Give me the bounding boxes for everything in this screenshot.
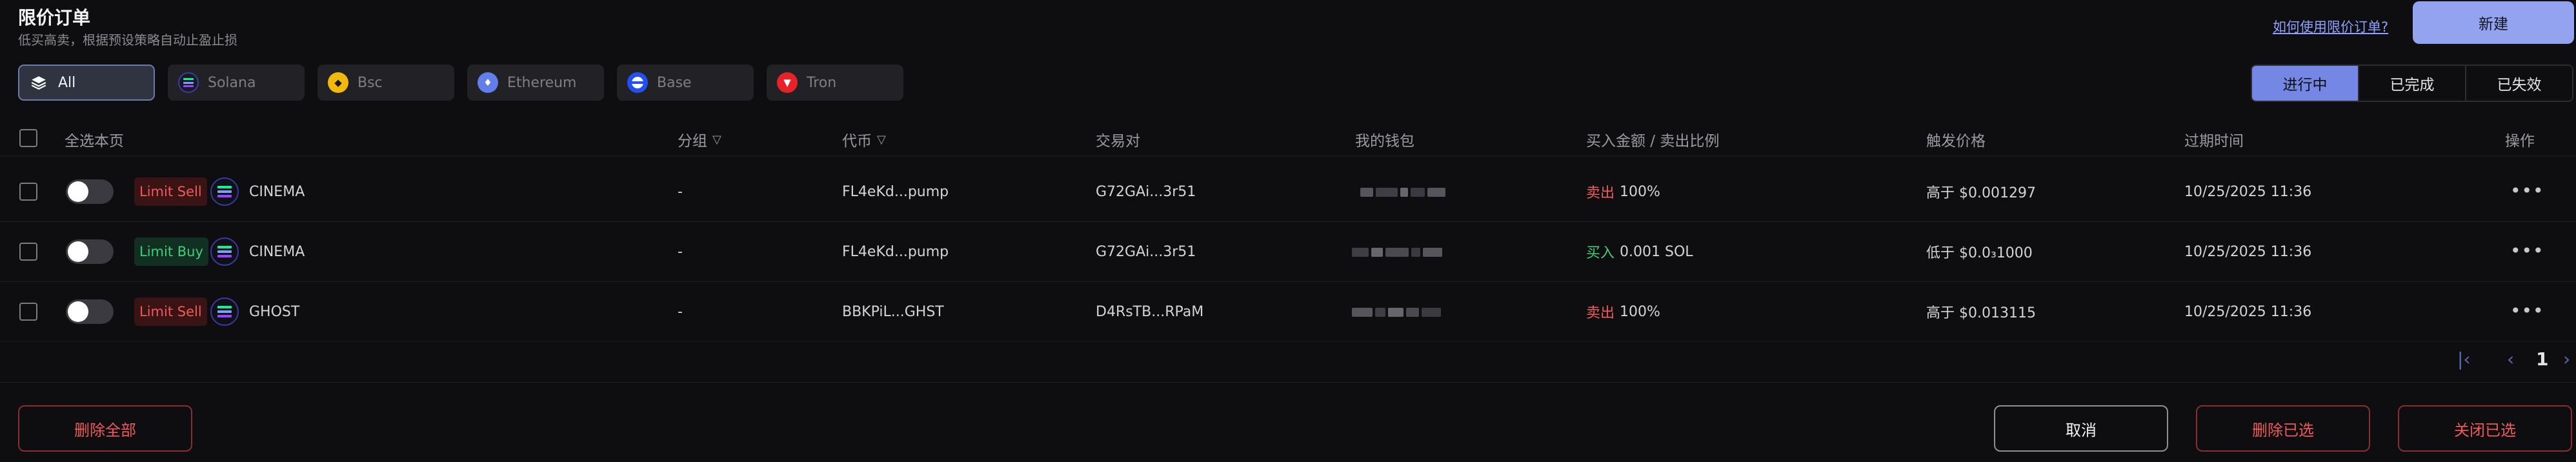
side-label: 买入 <box>1586 245 1615 261</box>
tron-icon: ▼ <box>777 72 798 93</box>
close-selected-button[interactable]: 关闭已选 <box>2398 405 2572 452</box>
row-checkbox[interactable] <box>19 303 37 321</box>
chain-label: Bsc <box>357 74 383 91</box>
side-label: 卖出 <box>1586 185 1615 201</box>
row-toggle[interactable] <box>66 299 114 324</box>
row-toggle[interactable] <box>66 179 114 204</box>
status-tabs: 进行中 已完成 已失效 <box>2251 65 2573 102</box>
select-all-checkbox[interactable] <box>19 129 37 147</box>
amount-value: 0.001 SOL <box>1620 243 1693 260</box>
column-expiry: 过期时间 <box>2184 133 2244 150</box>
token-name: GHOST <box>249 303 300 320</box>
table-row: Limit Buy CINEMA - FL4eKd...pump G72GAi.… <box>0 222 2576 282</box>
pair-address[interactable]: G72GAi...3r51 <box>1096 180 1196 203</box>
column-wallet: 我的钱包 <box>1355 133 1414 150</box>
layers-icon <box>28 72 49 93</box>
page-subtitle: 低买高卖，根据预设策略自动止盈止损 <box>18 32 237 48</box>
token-name: CINEMA <box>249 183 305 200</box>
tab-active[interactable]: 进行中 <box>2252 66 2359 101</box>
order-type-badge: Limit Sell <box>134 177 207 206</box>
group-value: - <box>678 303 683 320</box>
side-label: 卖出 <box>1586 305 1615 321</box>
trigger-price: 低于 $0.0₃1000 <box>1926 245 2033 261</box>
trigger-price: 高于 $0.013115 <box>1926 305 2036 321</box>
first-page-icon[interactable]: |‹ <box>2457 348 2471 370</box>
chain-filter-base[interactable]: Base <box>617 65 754 101</box>
more-actions-icon[interactable]: ••• <box>2510 297 2544 323</box>
amount-cell: 买入 0.001 SOL <box>1586 240 1693 263</box>
table-header: 全选本页 分组 ▽ 代币 ▽ 交易对 我的钱包 买入金额 / 卖出比例 触发价格… <box>0 123 2576 156</box>
chain-label: Base <box>657 74 692 91</box>
column-token-label: 代币 <box>842 133 872 150</box>
chain-filter: All Solana ◆ Bsc ♦ Ethereum Base ▼ Tron <box>18 65 903 101</box>
footer-divider <box>0 382 2576 383</box>
column-token[interactable]: 代币 ▽ <box>842 128 886 151</box>
token-address[interactable]: FL4eKd...pump <box>842 180 949 203</box>
ethereum-icon: ♦ <box>478 72 498 93</box>
chain-filter-solana[interactable]: Solana <box>168 65 305 101</box>
expiry-time: 10/25/2025 11:36 <box>2184 303 2312 320</box>
more-actions-icon[interactable]: ••• <box>2510 237 2544 263</box>
delete-selected-button[interactable]: 删除已选 <box>2196 405 2370 452</box>
chain-filter-ethereum[interactable]: ♦ Ethereum <box>467 65 604 101</box>
group-value: - <box>678 243 683 260</box>
wallet-redacted <box>1360 184 1457 201</box>
column-group[interactable]: 分组 ▽ <box>678 128 721 151</box>
table-row: Limit Sell GHOST - BBKPiL...GHST D4RsTB.… <box>0 282 2576 342</box>
order-type-badge: Limit Sell <box>134 297 207 326</box>
prev-page-icon[interactable]: ‹ <box>2507 348 2514 370</box>
token-address[interactable]: BBKPiL...GHST <box>842 300 944 323</box>
row-toggle[interactable] <box>66 239 114 264</box>
next-page-icon[interactable]: › <box>2563 348 2570 370</box>
expiry-time: 10/25/2025 11:36 <box>2184 183 2312 200</box>
tab-expired[interactable]: 已失效 <box>2466 66 2572 101</box>
filter-icon: ▽ <box>712 132 721 146</box>
amount-cell: 卖出 100% <box>1586 180 1660 203</box>
expiry-time: 10/25/2025 11:36 <box>2184 243 2312 260</box>
wallet-redacted <box>1352 304 1449 321</box>
chain-label: Ethereum <box>507 74 577 91</box>
delete-all-button[interactable]: 删除全部 <box>18 405 192 452</box>
chain-filter-bsc[interactable]: ◆ Bsc <box>317 65 454 101</box>
wallet-redacted <box>1352 244 1449 261</box>
column-group-label: 分组 <box>678 133 707 150</box>
base-icon <box>627 72 648 93</box>
tab-completed[interactable]: 已完成 <box>2359 66 2466 101</box>
token-name: CINEMA <box>249 243 305 260</box>
chain-label: Tron <box>807 74 837 91</box>
solana-icon <box>210 237 239 266</box>
chain-label: Solana <box>208 74 256 91</box>
row-checkbox[interactable] <box>19 183 37 201</box>
table-row: Limit Sell CINEMA - FL4eKd...pump G72GAi… <box>0 162 2576 222</box>
amount-value: 100% <box>1620 183 1660 200</box>
chain-filter-all[interactable]: All <box>18 65 155 101</box>
column-amount: 买入金额 / 卖出比例 <box>1586 133 1720 150</box>
chain-filter-tron[interactable]: ▼ Tron <box>767 65 903 101</box>
more-actions-icon[interactable]: ••• <box>2510 177 2544 203</box>
current-page[interactable]: 1 <box>2536 348 2548 370</box>
pair-address[interactable]: G72GAi...3r51 <box>1096 240 1196 263</box>
amount-value: 100% <box>1620 303 1660 320</box>
column-actions: 操作 <box>2505 133 2535 150</box>
filter-icon: ▽ <box>877 132 886 146</box>
amount-cell: 卖出 100% <box>1586 300 1660 323</box>
pair-address[interactable]: D4RsTB...RPaM <box>1096 300 1203 323</box>
solana-icon <box>210 297 239 326</box>
new-order-button[interactable]: 新建 <box>2413 1 2574 44</box>
group-value: - <box>678 183 683 200</box>
chain-label: All <box>58 74 76 91</box>
trigger-price: 高于 $0.001297 <box>1926 185 2036 201</box>
order-type-badge: Limit Buy <box>134 237 208 266</box>
bsc-icon: ◆ <box>328 72 348 93</box>
select-all-label: 全选本页 <box>65 133 124 150</box>
column-pair: 交易对 <box>1096 133 1140 150</box>
page-title: 限价订单 <box>18 7 91 28</box>
column-trigger: 触发价格 <box>1926 133 1986 150</box>
token-address[interactable]: FL4eKd...pump <box>842 240 949 263</box>
solana-icon <box>210 177 239 206</box>
solana-icon <box>178 72 199 93</box>
row-checkbox[interactable] <box>19 243 37 261</box>
help-link[interactable]: 如何使用限价订单? <box>2273 17 2388 36</box>
cancel-button[interactable]: 取消 <box>1994 405 2168 452</box>
